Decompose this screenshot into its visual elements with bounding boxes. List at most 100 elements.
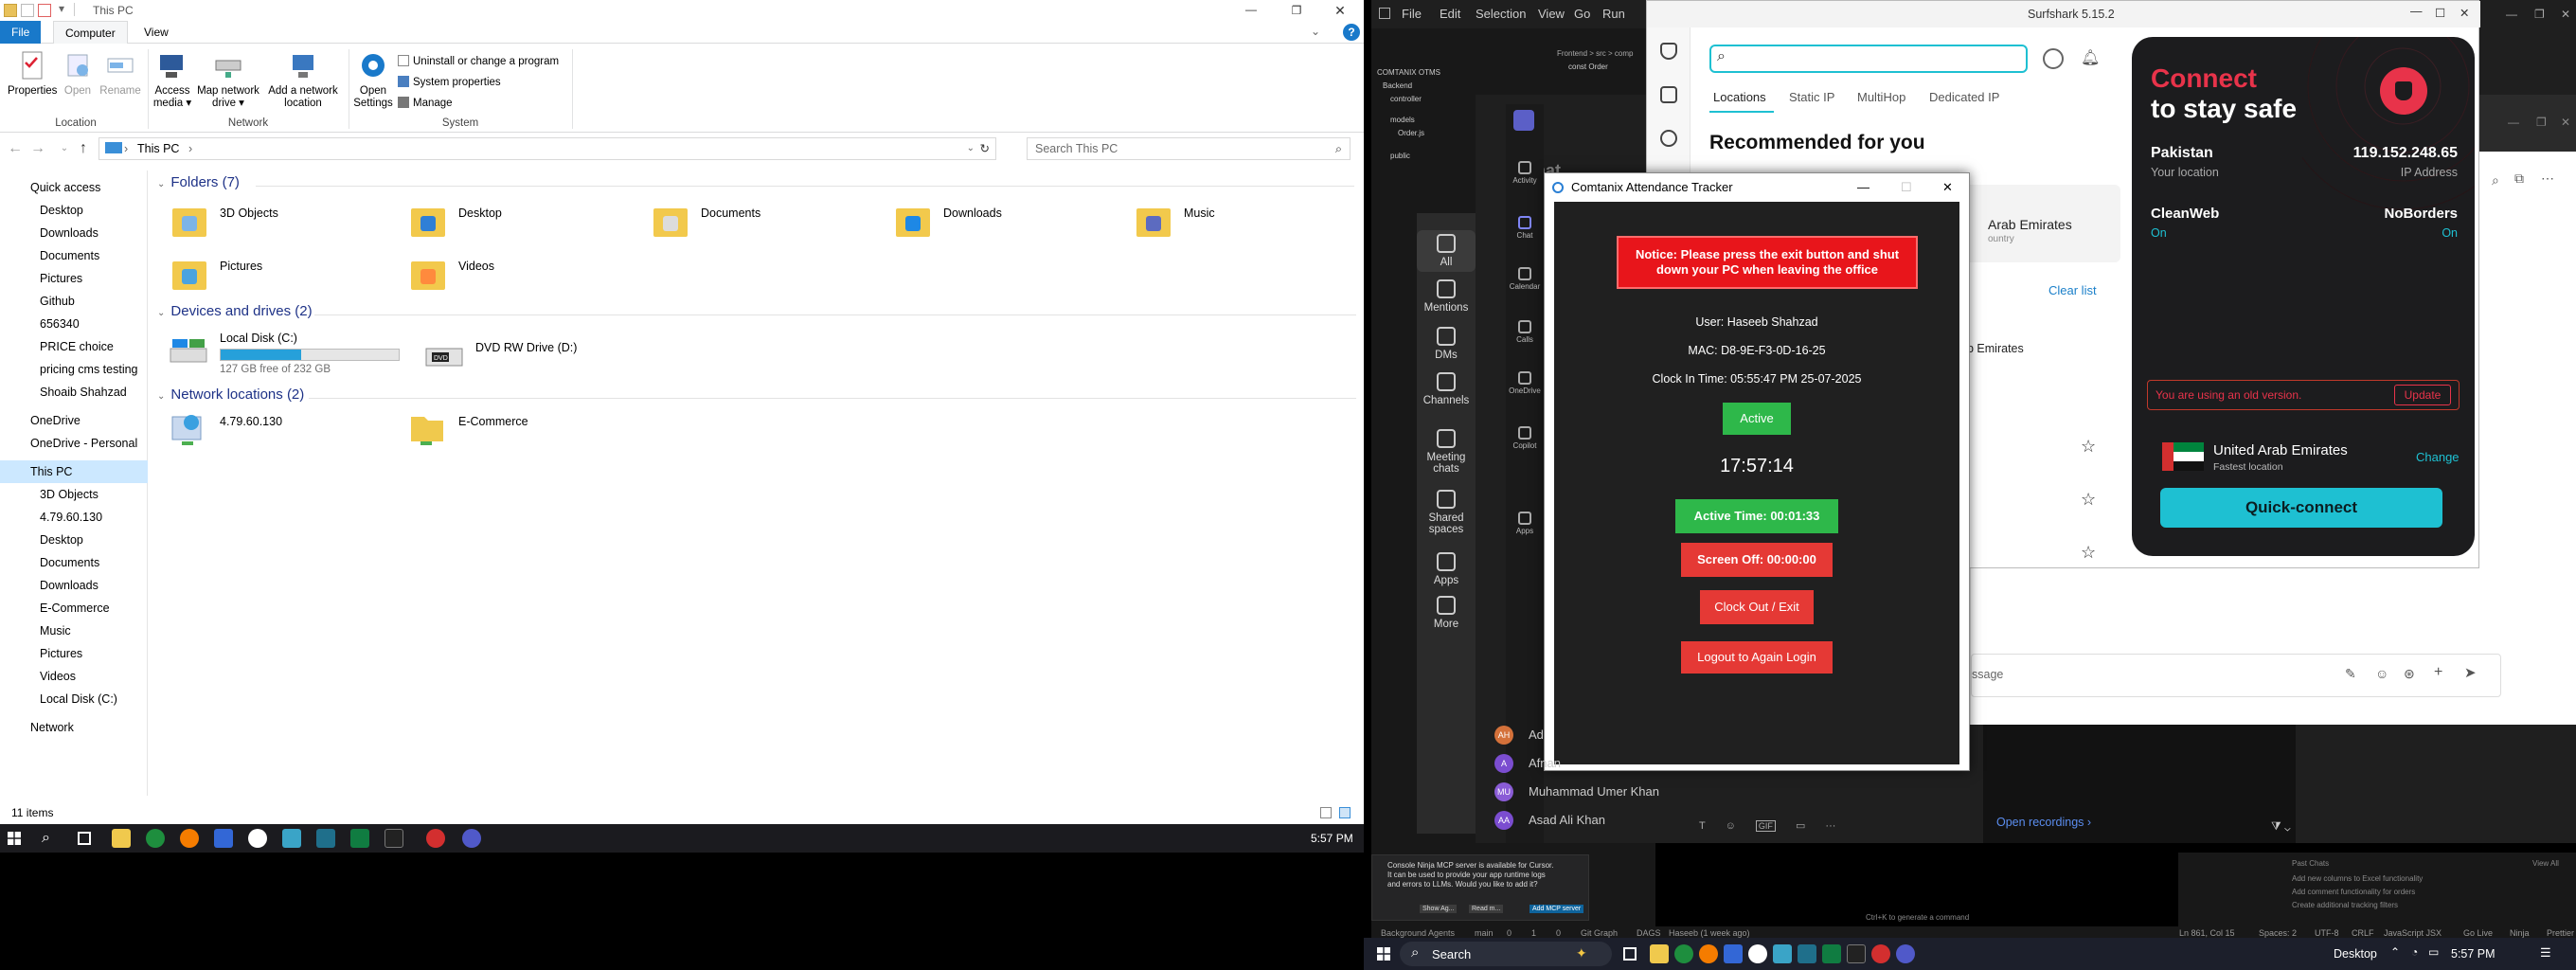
compose-box[interactable]: ssage ✎ ☺ ⊛ + ➤ [1971, 654, 2501, 697]
task-view-icon[interactable] [1623, 947, 1637, 961]
quick-access-dropdown-icon[interactable]: ▾ [59, 2, 64, 15]
clock[interactable]: 5:57 PM [1311, 832, 1353, 845]
app-taskbar-icon[interactable] [248, 829, 267, 848]
sticker-icon[interactable]: ▭ [1796, 820, 1805, 832]
nav-item-this-pc[interactable]: Local Disk (C:) [0, 688, 148, 710]
app-taskbar-icon[interactable] [1748, 944, 1767, 963]
change-server-link[interactable]: Change [2416, 450, 2460, 464]
past-chat-item[interactable]: Create additional tracking filters [2292, 900, 2398, 910]
nav-item-folder[interactable]: Shoaib Shahzad [0, 381, 148, 404]
tree-item[interactable]: controller [1377, 93, 1481, 106]
menu-go[interactable]: Go [1574, 7, 1590, 21]
app-taskbar-icon[interactable] [385, 829, 403, 848]
folder-tile[interactable]: Downloads [890, 199, 1108, 248]
open-button[interactable]: Open [59, 49, 97, 98]
breadcrumb-chevron-icon[interactable]: › [188, 142, 192, 155]
alert-icon[interactable] [1660, 86, 1677, 103]
teams-logo-icon[interactable] [1513, 110, 1534, 131]
tab-view[interactable]: View [133, 21, 180, 44]
open-settings-button[interactable]: Open Settings [352, 49, 394, 110]
search-input[interactable]: Search This PC ⌕ [1027, 137, 1351, 160]
tab-dedicated-ip[interactable]: Dedicated IP [1929, 90, 1999, 104]
network-location-tile[interactable]: 4.79.60.130 [167, 407, 375, 457]
chevron-up-icon[interactable]: ⌃ [2390, 945, 2400, 959]
tree-item[interactable]: Backend [1377, 80, 1481, 93]
send-icon[interactable]: ➤ [2464, 664, 2477, 681]
tree-item[interactable]: Order.js [1377, 127, 1481, 140]
nav-onedrive[interactable]: OneDrive [0, 409, 148, 432]
search-icon[interactable]: ⌕ [42, 830, 50, 847]
file-explorer-taskbar-icon[interactable] [112, 829, 131, 848]
maximize-button[interactable]: ☐ [2435, 6, 2445, 20]
app-copilot[interactable]: Copilot [1506, 426, 1544, 450]
nav-item-this-pc[interactable]: 4.79.60.130 [0, 506, 148, 529]
filter-shared-spaces[interactable]: Shared spaces [1417, 490, 1476, 535]
app-taskbar-icon[interactable] [214, 829, 233, 848]
nav-this-pc[interactable]: This PC [0, 460, 148, 483]
nav-item-this-pc[interactable]: E-Commerce [0, 597, 148, 620]
tree-item[interactable]: COMTANIX OTMS [1377, 66, 1481, 80]
forward-arrow-icon[interactable]: → [28, 139, 47, 158]
filter-meeting-chats[interactable]: Meeting chats [1417, 429, 1476, 475]
nav-item-this-pc[interactable]: Pictures [0, 642, 148, 665]
folder-tile[interactable]: Desktop [405, 199, 623, 248]
tree-item[interactable]: models [1377, 114, 1481, 127]
properties-button[interactable]: Properties [8, 49, 57, 98]
open-recordings-link[interactable]: Open recordings › [1996, 816, 2091, 829]
app-taskbar-icon[interactable] [1847, 944, 1866, 963]
menu-edit[interactable]: Edit [1440, 7, 1460, 21]
chat-list-item[interactable]: A Afnan [1494, 752, 1690, 775]
taskbar-search[interactable]: ⌕ Search ✦ [1400, 942, 1612, 966]
network-location-tile[interactable]: E-Commerce [405, 407, 614, 457]
folder-tile[interactable]: Videos [405, 252, 623, 301]
tab-computer[interactable]: Computer [53, 21, 128, 44]
chrome-taskbar-icon[interactable] [1674, 944, 1693, 963]
format-icon[interactable]: ✎ [2345, 666, 2356, 682]
add-mcp-server-button[interactable]: Add MCP server [1530, 905, 1584, 913]
filter-channels[interactable]: Channels [1417, 372, 1476, 406]
bell-icon[interactable]: 🔔︎ [2081, 48, 2100, 67]
past-chat-item[interactable]: Add new columns to Excel functionality [2292, 873, 2423, 884]
app-taskbar-icon[interactable] [1871, 944, 1890, 963]
map-network-drive-button[interactable]: Map network drive ▾ [193, 49, 263, 110]
start-icon[interactable] [8, 832, 21, 845]
close-button[interactable]: ✕ [2460, 6, 2469, 20]
recommended-location-card[interactable]: Arab Emirates ountry [1959, 185, 2120, 262]
app-calls[interactable]: Calls [1506, 320, 1544, 344]
wifi-icon[interactable]: ◔ [2411, 945, 2418, 959]
minimize-button[interactable]: — [2410, 5, 2423, 18]
quick-connect-button[interactable]: Quick-connect [2160, 488, 2442, 528]
search-icon[interactable]: ⌕ [2492, 172, 2499, 189]
large-icons-view-icon[interactable] [1339, 807, 1351, 818]
clear-list-link[interactable]: Clear list [2048, 283, 2097, 297]
breadcrumb-chevron-icon[interactable]: › [124, 138, 128, 159]
app-taskbar-icon[interactable] [1773, 944, 1792, 963]
close-button[interactable]: ✕ [2561, 8, 2570, 21]
plus-icon[interactable]: + [2434, 664, 2442, 681]
battery-icon[interactable]: ▭ [2428, 945, 2439, 959]
teams-taskbar-icon[interactable] [462, 829, 481, 848]
nav-item-folder[interactable]: pricing cms testing [0, 358, 148, 381]
menu-selection[interactable]: Selection [1476, 7, 1526, 21]
access-media-button[interactable]: Access media ▾ [152, 49, 193, 110]
minimize-button[interactable]: — [1857, 173, 1869, 202]
maximize-button[interactable]: ❐ [1282, 0, 1311, 21]
section-folders[interactable]: ⌄ Folders (7) [157, 174, 240, 190]
section-devices[interactable]: ⌄ Devices and drives (2) [157, 303, 313, 319]
app-taskbar-icon[interactable] [180, 829, 199, 848]
nav-item-pinned[interactable]: Documents [0, 244, 148, 267]
chat-list-item[interactable]: AA Asad Ali Khan [1494, 809, 1690, 832]
clock-out-button[interactable]: Clock Out / Exit [1700, 590, 1814, 624]
location-row[interactable]: b Emirates [1967, 342, 2024, 355]
minimize-button[interactable]: — [2508, 116, 2519, 129]
minimize-button[interactable]: — [1237, 0, 1265, 21]
view-all-link[interactable]: View All [2532, 858, 2559, 869]
tab-multihop[interactable]: MultiHop [1857, 90, 1905, 104]
more-options-icon[interactable]: ··· [1825, 820, 1835, 832]
uninstall-program-link[interactable]: Uninstall or change a program [398, 51, 559, 72]
nav-onedrive-personal[interactable]: OneDrive - Personal [0, 432, 148, 455]
address-dropdown-icon[interactable]: ⌄ [967, 138, 975, 159]
filter-dms[interactable]: DMs [1417, 327, 1476, 361]
breadcrumb-this-pc[interactable]: This PC [137, 142, 179, 155]
nav-item-folder[interactable]: PRICE choice [0, 335, 148, 358]
